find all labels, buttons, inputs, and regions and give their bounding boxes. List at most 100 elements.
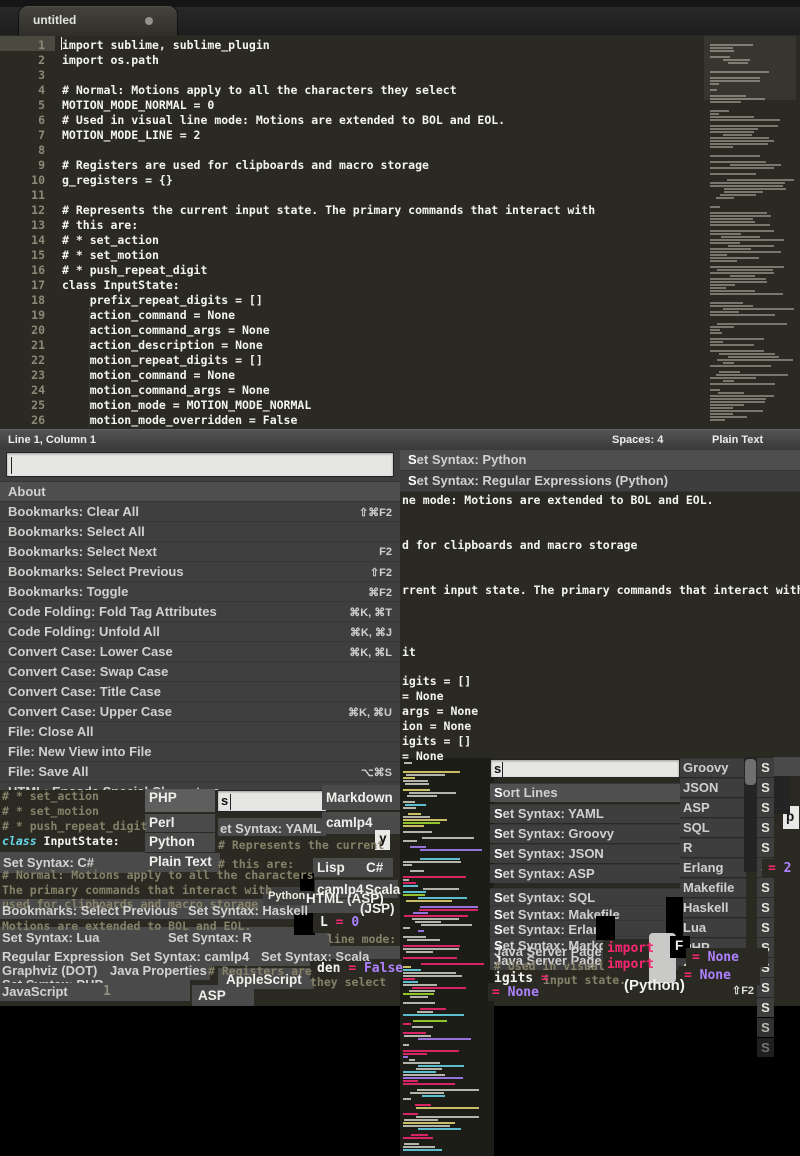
minimap-line: [419, 909, 478, 911]
line-number: 15: [0, 248, 45, 263]
minimap-line: [405, 804, 426, 806]
palette-item[interactable]: Bookmarks: Clear All⇧⌘F2: [0, 501, 400, 521]
minimap-line: [403, 879, 409, 881]
tab-untitled[interactable]: untitled: [18, 5, 178, 36]
language-list-item[interactable]: Erlang: [680, 858, 746, 877]
glitch-fragment: Lisp: [317, 860, 345, 875]
minimap-viewport[interactable]: [704, 36, 796, 100]
menu-item[interactable]: Python: [145, 833, 215, 852]
menu-item[interactable]: Perl: [145, 814, 215, 832]
palette-item-shortcut: ⇧⌘F2: [359, 506, 392, 519]
language-list-item[interactable]: JSON: [680, 778, 746, 797]
palette-item[interactable]: Code Folding: Unfold All⌘K, ⌘J: [0, 621, 400, 641]
glitch-fragment: = None: [692, 950, 739, 965]
palette-item[interactable]: Bookmarks: Select NextF2: [0, 541, 400, 561]
minimap-line: [403, 1050, 459, 1052]
palette-item[interactable]: File: Close All: [0, 721, 400, 741]
minimap-line: [403, 816, 430, 818]
language-list-item[interactable]: ASP: [680, 798, 746, 817]
minimap-line: [710, 257, 759, 259]
glitch-fragment: Set Syntax: R: [168, 930, 252, 945]
minimap-line: [409, 1059, 415, 1061]
palette-item[interactable]: File: Save All⌥⌘S: [0, 761, 400, 781]
minimap-line: [403, 945, 460, 947]
language-list-item[interactable]: Makefile: [680, 878, 746, 897]
minimap-line: [710, 410, 763, 412]
menu-item[interactable]: PHP: [145, 789, 215, 812]
fragment-part: class: [2, 834, 37, 848]
palette-item[interactable]: Convert Case: Swap Case: [0, 661, 400, 681]
palette-item[interactable]: Convert Case: Lower Case⌘K, ⌘L: [0, 641, 400, 661]
glitch-box: [745, 759, 756, 785]
line-number: 12: [0, 203, 45, 218]
minimap-line: [403, 1044, 409, 1046]
minimap-line: [412, 1026, 433, 1028]
minimap-line: [710, 419, 725, 421]
palette-item[interactable]: File: New View into File: [0, 741, 400, 761]
language-list-item[interactable]: R: [680, 838, 746, 857]
s-badge: S: [757, 758, 774, 777]
minimap-line: [710, 125, 778, 127]
minimap-line: [406, 900, 452, 902]
language-list-item[interactable]: Groovy: [680, 758, 746, 777]
input-caret: [502, 762, 503, 777]
minimap-line: [420, 1008, 446, 1010]
palette-item[interactable]: About: [0, 481, 400, 501]
code-line: # Normal: Motions apply to all the chara…: [62, 83, 457, 98]
fragment-part: =: [684, 968, 700, 983]
s-badge: S: [757, 998, 774, 1017]
minimap-line: [416, 1068, 442, 1070]
minimap-line: [417, 1089, 479, 1091]
minimap-line: [710, 224, 770, 226]
syntax-palette-item[interactable]: Set Syntax: Python: [400, 450, 800, 471]
minimap-line: [404, 915, 467, 917]
mini-palette-item[interactable]: Set Syntax: ASP: [490, 864, 680, 883]
minimap-line: [406, 951, 433, 953]
mini-palette-input[interactable]: s: [490, 759, 680, 778]
mini-palette-item-label: Sort Lines: [494, 785, 558, 800]
mini-palette-item[interactable]: Sort Lines: [490, 783, 680, 802]
palette-item[interactable]: Bookmarks: Toggle⌘F2: [0, 581, 400, 601]
mini-palette-item[interactable]: Set Syntax: JSON: [490, 844, 680, 863]
palette-item[interactable]: Convert Case: Upper Case⌘K, ⌘U: [0, 701, 400, 721]
palette-item[interactable]: Code Folding: Fold Tag Attributes⌘K, ⌘T: [0, 601, 400, 621]
minimap-line: [710, 233, 741, 235]
minimap-line: [422, 837, 474, 839]
command-palette-input[interactable]: [6, 452, 394, 477]
minimap-line: [412, 918, 459, 920]
palette-item-label: File: Save All: [8, 764, 88, 779]
minimap-line: [710, 344, 754, 346]
line-number: 11: [0, 188, 45, 203]
minimap-line: [403, 1053, 427, 1055]
minimap-line: [403, 1074, 445, 1076]
minimap-line: [724, 188, 786, 190]
syntax-palette-item[interactable]: Set Syntax: Regular Expressions (Python): [400, 471, 800, 492]
fragment-part: 0: [351, 915, 359, 930]
status-syntax-setting[interactable]: Plain Text: [712, 434, 763, 446]
minimap-line: [411, 1134, 429, 1136]
mini-palette-item[interactable]: Set Syntax: Groovy: [490, 824, 680, 843]
menu-search-input[interactable]: s: [217, 790, 327, 812]
status-indent-setting[interactable]: Spaces: 4: [612, 434, 663, 446]
mini-palette-item[interactable]: Set Syntax: YAML: [490, 804, 680, 823]
palette-item[interactable]: Bookmarks: Select All: [0, 521, 400, 541]
minimap-line: [710, 305, 753, 307]
language-list-item[interactable]: Haskell: [680, 898, 746, 917]
language-list-item[interactable]: Lua: [680, 918, 746, 937]
glitch-fragment: # * set_action: [2, 789, 99, 804]
fragment-part: =: [541, 971, 549, 986]
fragment-part: None: [708, 950, 739, 965]
minimap-line: [413, 1020, 448, 1022]
minimap-line: [710, 329, 720, 331]
minimap-line: [710, 278, 766, 280]
language-list-item[interactable]: SQL: [680, 818, 746, 837]
minimap-line: [710, 254, 727, 256]
palette-item[interactable]: Convert Case: Title Case: [0, 681, 400, 701]
palette-item[interactable]: Bookmarks: Select Previous⇧F2: [0, 561, 400, 581]
minimap-line: [710, 215, 771, 217]
code-line: motion_repeat_digits = []: [62, 353, 263, 368]
minimap-line: [710, 341, 723, 343]
minimap-line: [710, 110, 729, 112]
line-number: 1: [0, 38, 45, 53]
s-badge: S: [757, 838, 774, 857]
